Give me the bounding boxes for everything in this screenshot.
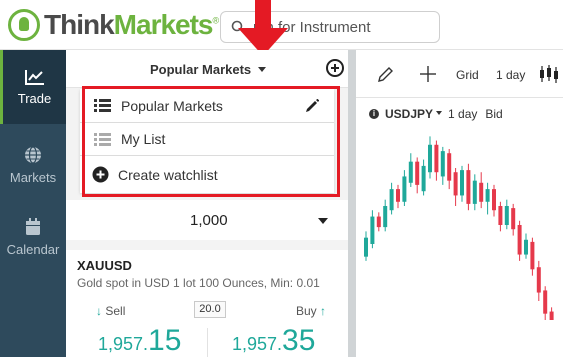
caret-down-icon[interactable]	[258, 67, 266, 72]
info-icon[interactable]: i	[369, 109, 379, 119]
caret-down-icon[interactable]	[436, 111, 443, 115]
candle-body	[364, 237, 368, 257]
candle-body	[479, 182, 484, 202]
chart-symbol[interactable]: USDJPY	[385, 107, 433, 121]
calendar-icon	[26, 217, 40, 235]
menu-item-popular-markets[interactable]: Popular Markets	[80, 89, 334, 122]
logo-markets: Markets	[113, 9, 214, 40]
candle-body	[530, 241, 535, 270]
candle-body	[415, 161, 420, 185]
add-circle-icon[interactable]	[326, 59, 344, 77]
chart-period: 1 day	[448, 107, 478, 121]
spread-value: 20.0	[194, 301, 226, 318]
sell-price-main: 1,957.	[98, 334, 149, 354]
candle-body	[447, 153, 452, 181]
arrow-down-icon: ↓	[96, 304, 102, 318]
nav-item-markets[interactable]: Markets	[0, 128, 66, 202]
logo-wordmark: ThinkMarkets®	[44, 9, 220, 41]
thinkmarkets-logo[interactable]: ThinkMarkets®	[8, 9, 220, 41]
instrument-card[interactable]: XAUUSD Gold spot in USD 1 lot 100 Ounces…	[66, 250, 348, 357]
candle-body	[498, 206, 503, 225]
candle-body	[511, 208, 516, 230]
list-icon	[94, 99, 111, 112]
candle-body	[492, 189, 496, 211]
menu-item-my-list[interactable]: My List	[80, 123, 334, 155]
menu-item-create-watchlist[interactable]: Create watchlist	[80, 156, 334, 193]
candle-body	[504, 206, 509, 225]
candle-body	[440, 151, 445, 177]
watchlist-dropdown[interactable]: Popular Markets	[150, 62, 251, 77]
crosshair-icon[interactable]	[420, 66, 436, 82]
candle-body	[408, 161, 413, 183]
nav-item-calendar[interactable]: Calendar	[0, 200, 66, 274]
candle-body	[472, 180, 477, 204]
buy-price-big: 35	[282, 324, 316, 357]
menu-label-popular: Popular Markets	[121, 97, 223, 114]
menu-label-create: Create watchlist	[118, 166, 218, 183]
instrument-description: Gold spot in USD 1 lot 100 Ounces, Min: …	[77, 276, 320, 290]
add-circle-icon	[92, 166, 109, 183]
sell-text: Sell	[105, 304, 126, 318]
candle-body	[402, 176, 407, 202]
panel-splitter[interactable]	[348, 50, 356, 357]
candle-body	[396, 189, 400, 202]
watchlist-header: Popular Markets	[66, 50, 348, 88]
candle-body	[485, 189, 490, 202]
candle-body	[524, 239, 528, 255]
grid-toggle[interactable]: Grid	[456, 68, 479, 82]
caret-down-icon[interactable]	[318, 218, 328, 224]
chart-toolbar: Grid 1 day	[356, 50, 563, 98]
candle-body	[466, 170, 471, 204]
buy-label: Buy ↑	[296, 304, 326, 318]
price-divider	[207, 328, 208, 357]
left-navigation: Trade Markets Calendar	[0, 50, 66, 357]
menu-label-my-list: My List	[121, 131, 166, 147]
list-icon	[94, 132, 111, 146]
candle-body	[543, 290, 548, 314]
lightbulb-logo-icon	[8, 9, 40, 41]
nav-label-markets: Markets	[9, 169, 57, 185]
chart-area[interactable]: Grid 1 day i USDJPY 1 day Bid	[356, 50, 563, 357]
candle-body	[517, 225, 522, 255]
candle-body	[421, 165, 426, 192]
globe-icon	[25, 145, 41, 164]
watchlist-menu: Popular Markets My List Create watchlist	[80, 89, 334, 193]
draw-pencil-icon[interactable]	[378, 66, 394, 82]
candle-body	[389, 189, 394, 211]
buy-price-main: 1,957.	[232, 334, 283, 354]
period-selector[interactable]: 1 day	[496, 68, 525, 82]
candle-body	[460, 170, 464, 196]
quantity-value: 1,000	[190, 212, 228, 229]
candle-body	[536, 267, 541, 293]
candlestick-chart[interactable]	[356, 120, 563, 357]
arrow-up-icon: ↑	[320, 304, 327, 318]
nav-label-calendar: Calendar	[6, 241, 60, 257]
candle-body	[428, 144, 432, 173]
buy-price-button[interactable]: 1,957.35	[232, 324, 315, 357]
chart-side: Bid	[485, 107, 503, 121]
nav-item-trade[interactable]: Trade	[0, 50, 66, 124]
candlestick-icon[interactable]	[539, 65, 561, 83]
candle-body	[376, 216, 381, 228]
line-chart-icon	[24, 69, 44, 85]
sell-price-big: 15	[148, 324, 182, 357]
logo-registered: ®	[212, 15, 220, 26]
candle-body	[370, 216, 375, 244]
nav-label-trade: Trade	[17, 90, 52, 106]
candle-body	[434, 144, 439, 173]
pencil-edit-icon[interactable]	[305, 98, 319, 113]
candle-body	[549, 311, 554, 320]
candle-body	[383, 206, 388, 228]
instrument-symbol: XAUUSD	[77, 258, 132, 273]
sell-label: ↓ Sell	[96, 304, 125, 318]
candle-body	[453, 172, 458, 196]
chart-instrument-header[interactable]: i USDJPY 1 day Bid	[369, 107, 503, 121]
quantity-selector[interactable]: 1,000	[66, 200, 348, 240]
buy-text: Buy	[296, 304, 317, 318]
sell-price-button[interactable]: 1,957.15	[98, 324, 181, 357]
watchlist-panel: Popular Markets Popular Markets My List …	[66, 50, 348, 357]
logo-think: Think	[44, 9, 115, 40]
